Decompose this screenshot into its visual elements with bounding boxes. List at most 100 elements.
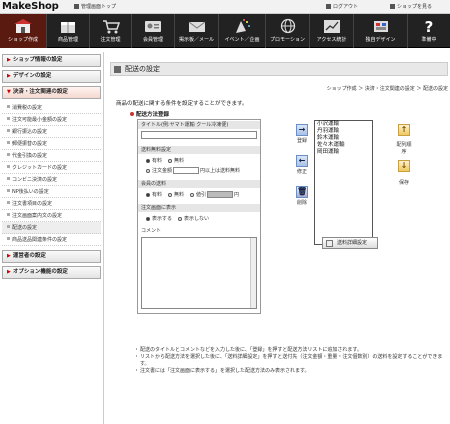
discount-amount-input[interactable] (207, 191, 234, 198)
list-item[interactable]: 鈴木運輸 (315, 135, 372, 142)
main-nav: ショップ作成 商品管理 注文管理 会員管理 掲示板／メール イベント／企画 プロ… (0, 14, 450, 48)
sidebar-section-shop-info[interactable]: ▶ ショップ情報の設定 (2, 54, 101, 67)
radio-icon (146, 159, 150, 163)
top-bar: MakeShop 管理画面トップ ログアウト ショップを見る (0, 0, 450, 14)
shipping-detail-button[interactable]: 送料詳細設定 (322, 237, 378, 249)
arrow-down-icon: ▼ (7, 89, 11, 95)
title-input[interactable] (141, 131, 257, 139)
sidebar-section-payment-orders[interactable]: ▼ 決済・注文関連の設定 (2, 86, 101, 99)
radio-icon (146, 169, 150, 173)
sidebar-section-design[interactable]: ▶ デザインの設定 (2, 70, 101, 83)
save-order-button[interactable]: 保存 (397, 179, 411, 186)
free-over-amount-input[interactable] (173, 167, 200, 174)
main-content: 配送の設定 ショップ作成 ＞ 決済・注文関連の設定 ＞ 配送の設定 商品の配送に… (108, 52, 450, 424)
member-free-radio[interactable]: 無料 (168, 191, 184, 198)
radio-icon (168, 193, 172, 197)
nav-access-stats[interactable]: アクセス統計 (310, 14, 354, 48)
page-title: 配送の設定 (125, 65, 160, 73)
list-item[interactable]: 佐々木運輸 (315, 142, 372, 149)
svg-text:?: ? (425, 18, 434, 34)
list-item[interactable]: 小沢運輸 (315, 121, 372, 128)
nav-members[interactable]: 会員管理 (132, 14, 175, 48)
bullet-icon (7, 189, 10, 192)
makeshop-logo[interactable]: MakeShop (2, 1, 59, 12)
view-shop-link[interactable]: ショップを見る (390, 3, 432, 10)
display-hide-radio[interactable]: 表示しない (178, 215, 209, 222)
trash-icon: 🗑 (296, 186, 308, 198)
modify-button[interactable]: ← 修正 (295, 155, 309, 175)
bullet-icon (7, 129, 10, 132)
admin-top-link[interactable]: 管理画面トップ (74, 3, 116, 10)
title-field-label: タイトル(例:ヤマト運輸 クール冷凍便) (138, 121, 260, 129)
sidebar-item-order-form[interactable]: 注文書項目の設定 (2, 198, 101, 210)
member-paid-radio[interactable]: 有料 (146, 191, 162, 198)
sidebar-item-bank-transfer[interactable]: 銀行振込の設定 (2, 126, 101, 138)
arrow-right-icon: ▶ (7, 73, 11, 79)
move-down-button[interactable]: ↓ (397, 160, 411, 173)
note-item: 配送のタイトルとコメントなどを入力した後に、「登録」を押すと配送方法リストに追加… (134, 347, 446, 354)
radio-icon (146, 217, 150, 221)
member-discount-radio[interactable]: 値引円 (190, 191, 239, 198)
sidebar-item-cod[interactable]: 代金引換の設定 (2, 150, 101, 162)
arrow-up-icon: ↑ (398, 124, 410, 136)
sidebar-item-shipping[interactable]: 配送の設定 (2, 222, 101, 234)
sidebar-item-tax[interactable]: 消費税の設定 (2, 102, 101, 114)
sidebar-section-options[interactable]: ▶ オプション機能の設定 (2, 266, 101, 279)
shop-link-icon (390, 4, 395, 9)
radio-icon (168, 159, 172, 163)
arrow-left-icon: ← (296, 155, 308, 167)
party-icon (236, 19, 250, 33)
sidebar-section-operator[interactable]: ▶ 運営者の設定 (2, 250, 101, 263)
reorder-label: 配列順序 (396, 142, 412, 155)
comment-textarea[interactable] (141, 237, 257, 309)
display-show-radio[interactable]: 表示する (146, 215, 172, 222)
sidebar-item-delivery-conditions[interactable]: 商品送品関連条件の設定 (2, 234, 101, 246)
shop-icon (14, 19, 32, 33)
free-shipping-label: 送料無料設定 (138, 146, 260, 154)
globe-icon (280, 18, 295, 34)
logout-icon (326, 4, 331, 9)
sidebar-item-np-postpay[interactable]: NP後払いの設定 (2, 186, 101, 198)
radio-icon (178, 217, 182, 221)
bullet-icon (7, 105, 10, 108)
comment-scrollbar[interactable] (250, 238, 256, 308)
free-shipping-free-radio[interactable]: 無料 (168, 157, 184, 164)
board-mail-icon (188, 21, 205, 32)
sidebar-item-order-guide[interactable]: 注文画面案内文の設定 (2, 210, 101, 222)
nav-board-mail[interactable]: 掲示板／メール (175, 14, 219, 48)
nav-orders[interactable]: 注文管理 (90, 14, 132, 48)
bullet-icon (7, 141, 10, 144)
delete-button[interactable]: 🗑 削除 (295, 186, 309, 206)
nav-preparing[interactable]: ? 準備中 (408, 14, 450, 48)
arrow-down-icon: ↓ (398, 160, 410, 172)
nav-custom-design[interactable]: 独自デザイン (354, 14, 408, 48)
move-up-button[interactable]: ↑ (397, 124, 411, 137)
note-item: 注文書には「注文画面に表示する」を選択した配送方法のみ表示されます。 (134, 368, 446, 375)
box-icon (61, 22, 75, 33)
sidebar-item-min-order[interactable]: 注文可能最小金額の設定 (2, 114, 101, 126)
nav-promotion[interactable]: プロモーション (266, 14, 310, 48)
note-item: リストから配送方法を選択した後に、「送料詳細設定」を押すと送付先（注文金額・重量… (134, 354, 446, 368)
sidebar-item-credit-card[interactable]: クレジットカードの設定 (2, 162, 101, 174)
shipping-method-list[interactable]: 小沢運輸 丹羽運輸 鈴木運輸 佐々木運輸 岡田運輸 (314, 120, 373, 245)
register-button[interactable]: → 登録 (295, 124, 309, 144)
order-display-label: 注文画面に表示 (138, 204, 260, 212)
free-shipping-paid-radio[interactable]: 有料 (146, 157, 162, 164)
sidebar-item-postal-transfer[interactable]: 郵便振替の設定 (2, 138, 101, 150)
comment-label: コメント (138, 227, 260, 235)
nav-shop-create[interactable]: ショップ作成 (0, 14, 47, 48)
list-item[interactable]: 岡田運輸 (315, 149, 372, 156)
nav-events[interactable]: イベント／企画 (219, 14, 266, 48)
free-shipping-amount-radio[interactable]: 注文金額 円以上は送料無料 (146, 167, 240, 174)
chart-icon (323, 20, 340, 33)
logout-link[interactable]: ログアウト (326, 3, 358, 10)
arrow-right-icon: ▶ (7, 57, 11, 63)
red-dot-icon (130, 112, 134, 116)
list-item[interactable]: 丹羽運輸 (315, 128, 372, 135)
member-price-label: 会員の送料 (138, 180, 260, 188)
settings-icon (326, 240, 333, 247)
arrow-right-icon: ▶ (7, 253, 11, 259)
nav-products[interactable]: 商品管理 (47, 14, 90, 48)
square-bullet-icon (74, 4, 79, 9)
sidebar-item-convenience-store[interactable]: コンビニ決済の設定 (2, 174, 101, 186)
